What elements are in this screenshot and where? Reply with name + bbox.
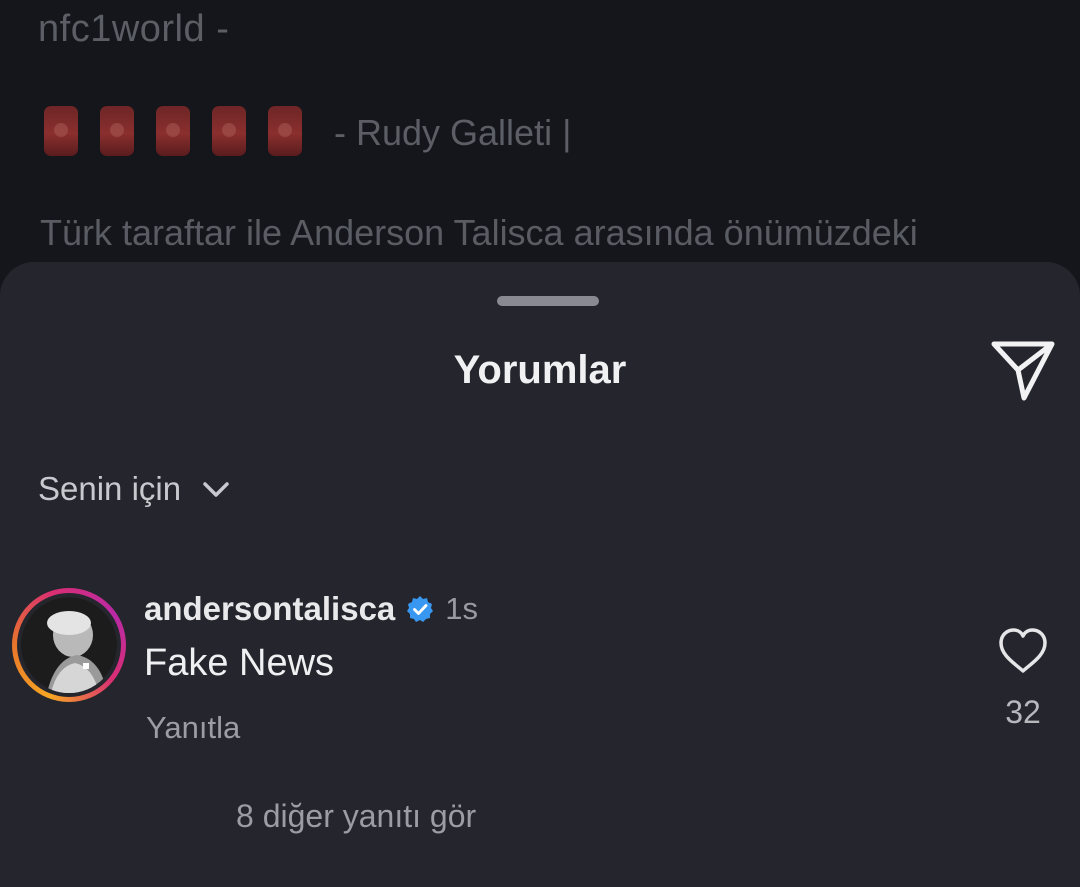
comment-header: andersontalisca 1s — [144, 590, 478, 628]
sort-label: Senin için — [38, 470, 182, 507]
comment-timestamp: 1s — [445, 591, 479, 626]
post-caption: Türk taraftar ile Anderson Talisca arası… — [40, 212, 918, 253]
avatar-photo — [21, 597, 117, 693]
turkey-flag-icon — [268, 106, 302, 156]
post-author: nfc1world - — [38, 8, 230, 50]
verified-badge-icon — [407, 596, 434, 622]
instagram-screen: nfc1world - - Rudy Galleti | Türk taraft… — [0, 0, 1080, 887]
comment-username[interactable]: andersontalisca — [144, 590, 395, 628]
chevron-down-icon — [203, 482, 229, 497]
post-byline: - Rudy Galleti | — [334, 112, 572, 153]
turkey-flag-icon — [100, 106, 134, 156]
avatar-image — [21, 597, 117, 693]
view-more-replies-button[interactable]: 8 diğer yanıtı gör — [236, 798, 476, 835]
turkey-flag-icon — [212, 106, 246, 156]
sheet-title: Yorumlar — [453, 348, 627, 392]
background-post: nfc1world - - Rudy Galleti | Türk taraft… — [0, 0, 1080, 300]
turkey-flag-icon — [44, 106, 78, 156]
flag-emoji-row — [44, 106, 302, 156]
avatar-ring-gap — [17, 593, 121, 697]
sheet-drag-handle[interactable] — [497, 296, 599, 306]
comment-sort-dropdown[interactable]: Senin için — [38, 470, 233, 508]
avatar[interactable] — [12, 588, 126, 702]
comments-sheet: Yorumlar Senin için andersontalisca 1s F… — [0, 262, 1080, 887]
like-count: 32 — [1005, 694, 1041, 730]
heart-icon[interactable] — [996, 626, 1050, 676]
send-icon[interactable] — [988, 334, 1058, 404]
turkey-flag-icon — [156, 106, 190, 156]
comment-text: Fake News — [144, 642, 335, 684]
reply-button[interactable]: Yanıtla — [146, 710, 240, 746]
